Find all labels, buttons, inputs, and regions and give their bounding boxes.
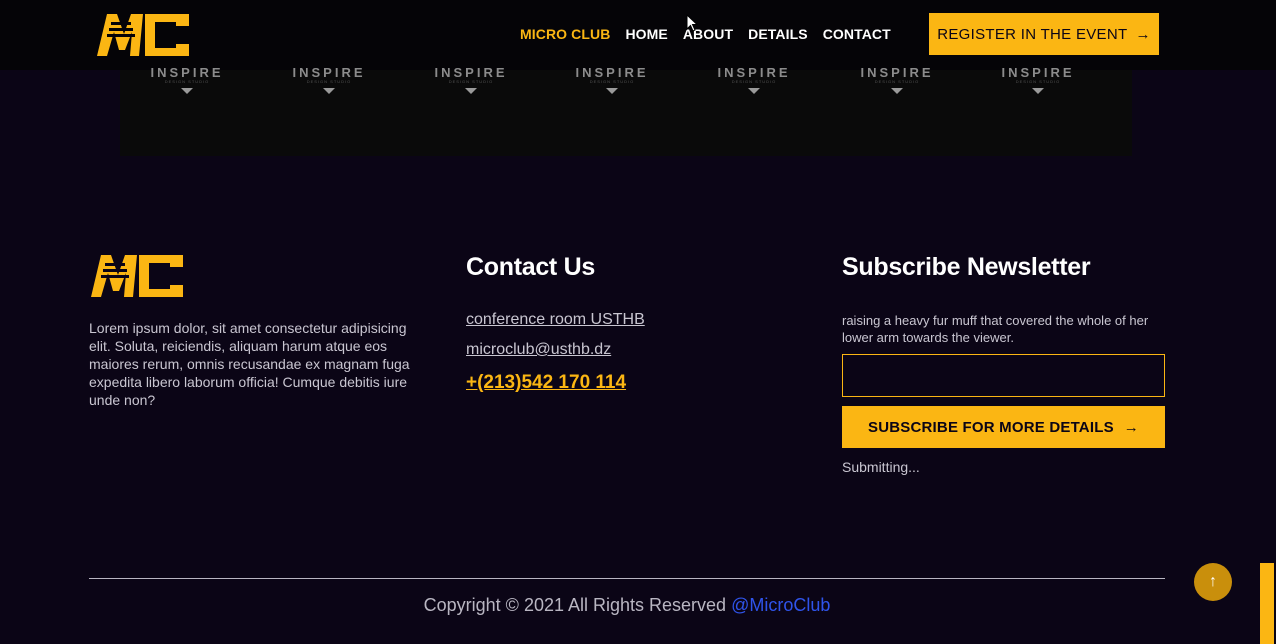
- micro-club-logo[interactable]: [95, 10, 190, 58]
- sponsor-mark-icon: [606, 88, 618, 94]
- sponsor-mark-icon: [748, 88, 760, 94]
- arrow-right-icon: →: [1123, 418, 1139, 436]
- sponsor-sub: DESIGN STUDIO: [731, 79, 777, 84]
- sponsor-logo: INSPIRE DESIGN STUDIO: [562, 66, 662, 102]
- contact-email-link[interactable]: microclub@usthb.dz: [466, 341, 611, 359]
- contact-title: Contact Us: [466, 253, 595, 281]
- sponsor-word: INSPIRE: [292, 65, 366, 80]
- sponsor-word: INSPIRE: [150, 65, 224, 80]
- footer-divider: [89, 578, 1165, 579]
- sponsor-mark-icon: [323, 88, 335, 94]
- newsletter-email-input[interactable]: [842, 354, 1165, 397]
- sponsor-sub: DESIGN STUDIO: [1015, 79, 1061, 84]
- site-header: MICRO CLUB HOME ABOUT DETAILS CONTACT RE…: [0, 0, 1276, 70]
- sponsor-logo: INSPIRE DESIGN STUDIO: [704, 66, 804, 102]
- mc-logo-icon: [97, 14, 189, 56]
- sponsor-sub: DESIGN STUDIO: [874, 79, 920, 84]
- sponsor-mark-icon: [181, 88, 193, 94]
- arrow-up-icon: ↑: [1209, 573, 1217, 590]
- sponsor-word: INSPIRE: [575, 65, 649, 80]
- nav-item-contact[interactable]: CONTACT: [823, 26, 891, 42]
- sponsor-mark-icon: [891, 88, 903, 94]
- copyright: Copyright © 2021 All Rights Reserved @Mi…: [0, 595, 1254, 616]
- arrow-right-icon: →: [1135, 25, 1151, 43]
- newsletter-title: Subscribe Newsletter: [842, 253, 1091, 281]
- sponsor-sub: DESIGN STUDIO: [164, 79, 210, 84]
- copyright-text: Copyright © 2021 All Rights Reserved: [423, 595, 732, 615]
- main-nav: MICRO CLUB HOME ABOUT DETAILS CONTACT: [520, 26, 891, 42]
- footer-logo[interactable]: [89, 250, 184, 300]
- sponsors-strip: INSPIRE DESIGN STUDIO INSPIRE DESIGN STU…: [120, 66, 1132, 156]
- nav-item-home[interactable]: HOME: [625, 26, 667, 42]
- register-button-label: REGISTER IN THE EVENT: [937, 25, 1128, 43]
- sponsor-logo: INSPIRE DESIGN STUDIO: [847, 66, 947, 102]
- sponsor-sub: DESIGN STUDIO: [448, 79, 494, 84]
- sponsor-logo: INSPIRE DESIGN STUDIO: [137, 66, 237, 102]
- mouse-cursor-icon: [686, 14, 698, 32]
- sponsor-logo: INSPIRE DESIGN STUDIO: [279, 66, 379, 102]
- register-button[interactable]: REGISTER IN THE EVENT →: [929, 13, 1159, 55]
- subscribe-button[interactable]: SUBSCRIBE FOR MORE DETAILS →: [842, 406, 1165, 448]
- sponsor-word: INSPIRE: [1001, 65, 1075, 80]
- subscribe-button-label: SUBSCRIBE FOR MORE DETAILS: [868, 418, 1114, 436]
- newsletter-status: Submitting...: [842, 459, 920, 475]
- sponsor-word: INSPIRE: [434, 65, 508, 80]
- accent-side-bar: [1260, 563, 1274, 644]
- mc-logo-icon: [91, 255, 183, 297]
- nav-item-micro-club[interactable]: MICRO CLUB: [520, 26, 610, 42]
- sponsor-word: INSPIRE: [860, 65, 934, 80]
- sponsor-mark-icon: [1032, 88, 1044, 94]
- contact-address-link[interactable]: conference room USTHB: [466, 311, 645, 329]
- newsletter-description: raising a heavy fur muff that covered th…: [842, 313, 1149, 345]
- contact-phone-link[interactable]: +(213)542 170 114: [466, 372, 626, 394]
- about-description: Lorem ipsum dolor, sit amet consectetur …: [89, 320, 410, 408]
- sponsor-word: INSPIRE: [717, 65, 791, 80]
- nav-item-details[interactable]: DETAILS: [748, 26, 808, 42]
- scroll-to-top-button[interactable]: ↑: [1194, 563, 1232, 601]
- sponsor-logo: INSPIRE DESIGN STUDIO: [421, 66, 521, 102]
- sponsor-sub: DESIGN STUDIO: [589, 79, 635, 84]
- sponsor-logo: INSPIRE DESIGN STUDIO: [988, 66, 1088, 102]
- sponsor-sub: DESIGN STUDIO: [306, 79, 352, 84]
- sponsor-mark-icon: [465, 88, 477, 94]
- microclub-handle-link[interactable]: @MicroClub: [731, 595, 830, 615]
